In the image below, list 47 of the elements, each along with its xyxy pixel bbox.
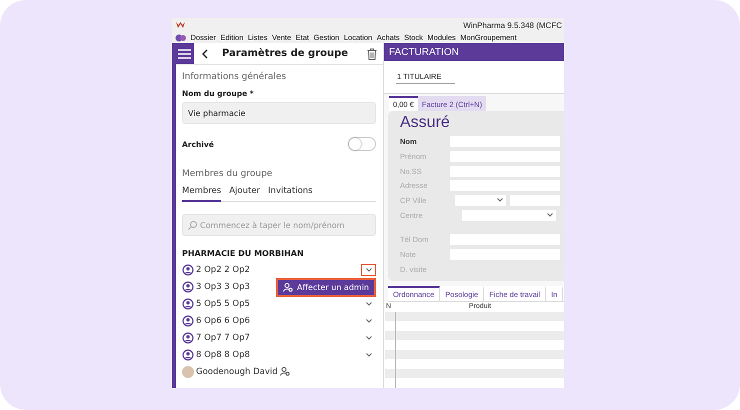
pharmacy-name: PHARMACIE DU MORBIHAN: [182, 249, 305, 258]
group-name-field[interactable]: Vie pharmacie: [182, 102, 376, 124]
panel-title: Paramètres de groupe: [222, 48, 350, 59]
user-icon: [182, 314, 194, 326]
dropdown-field[interactable]: [455, 194, 506, 206]
expand-button[interactable]: [361, 264, 376, 276]
app-menu-icon[interactable]: [175, 34, 186, 42]
member-name[interactable]: 5 Op5 5 Op5: [196, 298, 250, 308]
section-title: Informations générales: [182, 72, 288, 82]
search-field[interactable]: Commencez à taper le nom/prénom: [182, 214, 376, 236]
form-title: Assuré: [400, 114, 451, 132]
chevron-down-icon: [366, 302, 372, 306]
member-name[interactable]: 6 Op6 6 Op6: [196, 316, 250, 326]
dropdown-field[interactable]: [462, 210, 556, 221]
trash-icon[interactable]: [367, 48, 377, 60]
chevron-down-icon: [547, 213, 553, 218]
user-gear-icon: [283, 283, 294, 292]
assign-admin-menu[interactable]: Affecter un admin: [276, 278, 376, 297]
chevron-down-icon: [366, 336, 372, 340]
tab[interactable]: Invitations: [268, 184, 313, 202]
archive-toggle[interactable]: [348, 137, 376, 151]
chevron-down-icon: [366, 352, 372, 356]
member-name[interactable]: 2 Op2 2 Op2: [196, 264, 250, 274]
chevron-down-icon: [366, 318, 372, 322]
menu-icon: [178, 48, 190, 58]
avatar-icon: [182, 366, 194, 378]
user-icon: [182, 280, 194, 292]
menu-button[interactable]: [174, 43, 194, 64]
user-gear-icon: [280, 367, 290, 376]
back-icon[interactable]: [202, 48, 208, 58]
user-icon: [182, 332, 194, 344]
app-logo-icon: [176, 22, 185, 28]
chevron-down-icon: [366, 268, 372, 272]
user-icon: [182, 298, 194, 310]
member-name[interactable]: 7 Op7 7 Op7: [196, 332, 250, 342]
section-title: Membres du groupe: [182, 169, 274, 179]
user-icon: [182, 264, 194, 276]
window-title: WinPharma 9.5.348 (MCFC: [463, 20, 562, 30]
member-name[interactable]: 8 Op8 8 Op8: [196, 350, 250, 360]
chevron-down-icon: [497, 198, 503, 202]
section-header: FACTURATION: [384, 43, 564, 62]
tab[interactable]: Membres: [182, 184, 222, 202]
member-name[interactable]: Goodenough David: [196, 366, 278, 376]
user-icon: [182, 348, 194, 360]
tab[interactable]: Ajouter: [229, 184, 260, 202]
member-name[interactable]: 3 Op3 3 Op3: [196, 282, 250, 292]
search-icon: [188, 220, 197, 230]
